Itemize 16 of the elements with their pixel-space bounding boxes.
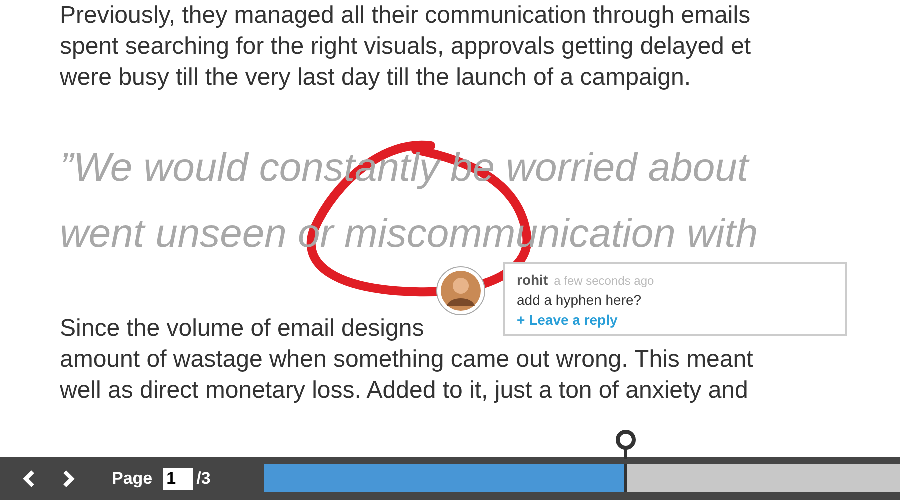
page-input[interactable]: 1 [162,468,193,490]
page-total: /3 [196,468,211,488]
avatar [436,266,486,316]
position-marker-icon [614,429,637,459]
chevron-left-icon [22,470,36,488]
paragraph-line: Previously, they managed all their communication through emails [60,1,751,31]
paragraph-line: were busy till the very last day till the launch of a campaign. [60,63,691,93]
page-label: Page [112,468,153,488]
comment-text: add a hyphen here? [517,292,643,308]
chevron-right-icon [62,470,76,488]
comment-time: a few seconds ago [554,274,654,288]
paragraph-line: well as direct monetary loss. Added to it, just a ton of anxiety and [60,376,748,406]
paragraph-line: Since the volume of email designs [60,314,424,344]
paragraph-line: amount of wastage when something came out wrong. This meant [60,345,754,375]
comment-author: rohit [517,272,548,288]
paragraph-line: spent searching for the right visuals, approvals getting delayed et [60,32,752,62]
